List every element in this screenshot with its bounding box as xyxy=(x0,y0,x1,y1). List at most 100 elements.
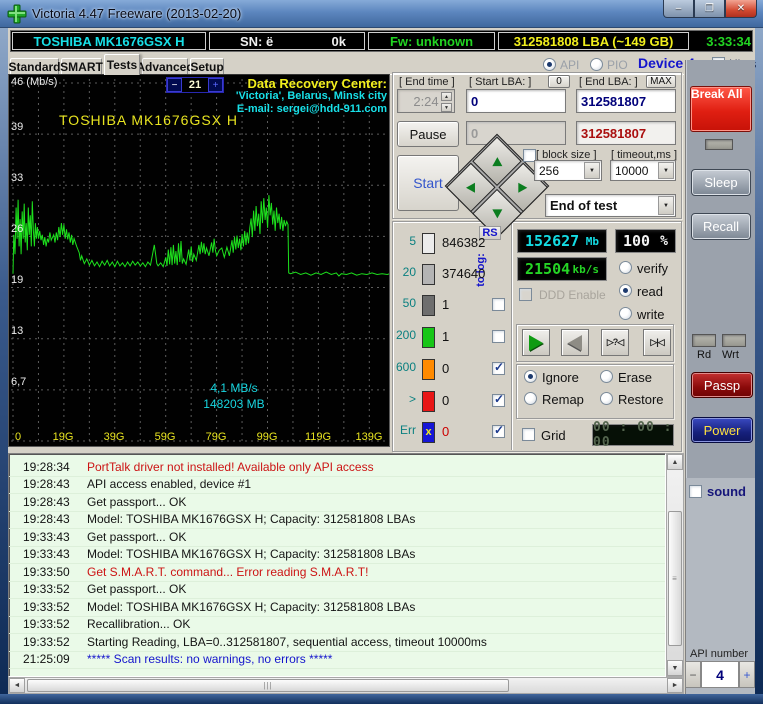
rd-led xyxy=(692,334,716,347)
sound-label: sound xyxy=(707,484,746,499)
log-row: 19:33:43 Get passport... OK xyxy=(9,530,665,547)
write-radio[interactable] xyxy=(619,307,632,320)
log-vscrollbar[interactable]: ▲ ≡ ▼ xyxy=(666,453,684,677)
speed-unit: kb/s xyxy=(572,262,600,276)
read-radio[interactable] xyxy=(619,284,632,297)
close-button[interactable]: ✕ xyxy=(725,0,757,18)
percent-value: 100 xyxy=(623,232,651,250)
window-border-bottom xyxy=(0,694,763,704)
end-action-dropdown[interactable]: End of test ▼ xyxy=(545,194,676,217)
banner-email[interactable]: E-mail: sergei@hdd-911.com xyxy=(204,103,387,116)
passport-button[interactable]: Passp xyxy=(691,372,753,398)
counter-row-20: 20 374640 xyxy=(396,263,506,287)
counter-block-err: x xyxy=(422,422,435,443)
grid-checkbox[interactable] xyxy=(522,428,535,441)
api-number-minus-button[interactable]: − xyxy=(685,661,701,688)
arrow-down-icon xyxy=(492,209,502,219)
rd-label: Rd xyxy=(697,349,712,361)
ddd-checkbox xyxy=(519,288,532,301)
api-number-plus-button[interactable]: + xyxy=(739,661,755,688)
end-time-spinner[interactable]: 2:24 ▲ ▼ xyxy=(397,89,455,113)
counter-checkbox-200[interactable] xyxy=(492,330,505,343)
end-time-label: [ End time ] xyxy=(399,76,455,88)
step-back-button[interactable] xyxy=(561,329,589,356)
counter-checkbox-err[interactable] xyxy=(492,423,505,438)
play-button[interactable] xyxy=(522,329,550,356)
recall-button[interactable]: Recall xyxy=(691,213,751,240)
current-lba-field: 0 xyxy=(466,121,566,145)
timeout-dropdown[interactable]: 10000 ▼ xyxy=(610,160,676,181)
counter-checkbox-gt[interactable] xyxy=(492,392,505,407)
window-border-left xyxy=(0,28,8,694)
ignore-label: Ignore xyxy=(542,370,579,385)
scroll-right-icon[interactable]: ► xyxy=(667,678,683,693)
counter-row-200: 200 1 xyxy=(396,326,506,350)
percent-unit: % xyxy=(660,233,668,249)
counter-row-err: Err x 0 xyxy=(396,421,506,445)
log-row: 19:33:52 Starting Reading, LBA=0..3125818… xyxy=(9,635,665,652)
tab-standard[interactable]: Standard xyxy=(9,58,61,75)
mb-value: 152627 xyxy=(525,232,580,250)
tab-tests[interactable]: Tests xyxy=(104,54,140,75)
verify-radio[interactable] xyxy=(619,261,632,274)
counter-checkbox-600[interactable] xyxy=(492,360,505,375)
log-row: 19:33:52 Recallibration... OK xyxy=(9,617,665,634)
tab-smart[interactable]: SMART xyxy=(60,58,103,75)
end-action-value: End of test xyxy=(550,198,618,213)
window-title: Victoria 4.47 Freeware (2013-02-20) xyxy=(32,6,242,21)
timeout-value: 10000 xyxy=(615,163,649,178)
tab-setup[interactable]: Setup xyxy=(190,58,224,75)
end-lba-input[interactable]: 312581807 xyxy=(576,89,676,113)
sn-value: 0k xyxy=(331,33,346,49)
x-tick-119g: 119G xyxy=(304,431,332,443)
wrt-led xyxy=(722,334,746,347)
play-icon xyxy=(529,334,543,351)
minimize-button[interactable]: – xyxy=(663,0,694,18)
log-row: 21:25:09 ***** Scan results: no warnings,… xyxy=(9,652,665,669)
restore-radio[interactable] xyxy=(600,392,613,405)
scroll-left-icon[interactable]: ◄ xyxy=(9,678,25,693)
start-lba-zero-button[interactable]: 0 xyxy=(548,75,570,88)
log-panel[interactable]: 19:28:34 PortTalk driver not installed! A… xyxy=(8,453,666,677)
sound-checkbox[interactable] xyxy=(689,485,702,498)
end-lba-label: [ End LBA: ] xyxy=(579,76,638,88)
ignore-radio[interactable] xyxy=(524,370,537,383)
erase-radio[interactable] xyxy=(600,370,613,383)
pio-radio[interactable] xyxy=(590,58,603,71)
tab-advanced[interactable]: Advanced xyxy=(136,58,194,75)
back-icon xyxy=(568,334,582,351)
drive-info-bar: TOSHIBA MK1676GSX H SN: ë 0k Fw: unknown… xyxy=(10,30,753,52)
api-radio[interactable] xyxy=(543,58,556,71)
break-all-button[interactable]: Break All xyxy=(690,86,752,132)
skip-to-end-button[interactable]: ▷|◁ xyxy=(643,329,671,356)
log-row: 19:33:52 Get passport... OK xyxy=(9,582,665,599)
hscroll-thumb[interactable]: ||| xyxy=(27,679,509,692)
end-time-spin-arrows[interactable]: ▲ ▼ xyxy=(441,92,452,112)
start-lba-input[interactable]: 0 xyxy=(466,89,566,113)
zoom-out-button[interactable]: − xyxy=(167,78,182,92)
log-row: 19:33:50 Get S.M.A.R.T. command... Error … xyxy=(9,565,665,582)
y-tick-19: 19 xyxy=(11,274,24,286)
log-hscrollbar[interactable]: ◄ ||| ► xyxy=(8,677,684,694)
end-lba-max-button[interactable]: MAX xyxy=(646,75,676,88)
log-row: 19:33:52 Model: TOSHIBA MK1676GSX H; Capa… xyxy=(9,600,665,617)
scroll-up-icon[interactable]: ▲ xyxy=(667,454,683,470)
maximize-button[interactable]: ❐ xyxy=(694,0,725,18)
power-button[interactable]: Power xyxy=(691,417,753,443)
retry-skip-button[interactable]: ▷?◁ xyxy=(601,329,629,356)
chevron-down-icon[interactable]: ▼ xyxy=(658,196,674,215)
chevron-down-icon[interactable]: ▼ xyxy=(584,162,600,179)
sleep-button[interactable]: Sleep xyxy=(691,169,751,196)
counter-checkbox-50[interactable] xyxy=(492,298,505,311)
title-bar[interactable]: Victoria 4.47 Freeware (2013-02-20) – ❐ … xyxy=(0,0,763,28)
scroll-down-icon[interactable]: ▼ xyxy=(667,660,683,676)
vscroll-thumb[interactable]: ≡ xyxy=(668,511,682,646)
spin-down-icon: ▼ xyxy=(441,103,452,112)
pause-button[interactable]: Pause xyxy=(397,121,459,147)
erase-label: Erase xyxy=(618,370,652,385)
timer-display: 00 : 00 : 00 xyxy=(592,420,674,450)
remap-radio[interactable] xyxy=(524,392,537,405)
api-number-value[interactable]: 4 xyxy=(701,661,739,688)
chevron-down-icon[interactable]: ▼ xyxy=(658,162,674,179)
block-size-dropdown[interactable]: 256 ▼ xyxy=(534,160,602,181)
